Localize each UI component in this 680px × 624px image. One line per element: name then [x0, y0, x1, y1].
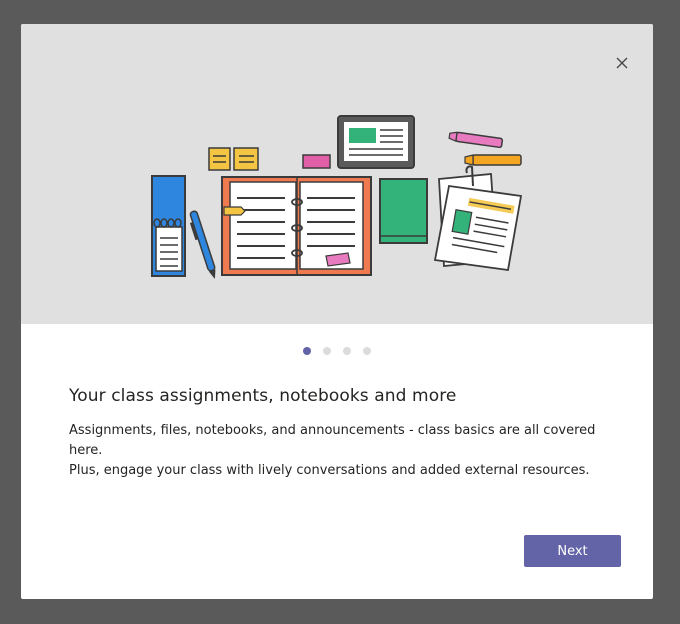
carousel-dot-4[interactable]	[363, 347, 371, 355]
close-button[interactable]	[611, 52, 633, 74]
description-line-1: Assignments, files, notebooks, and annou…	[69, 423, 596, 458]
carousel-indicator	[21, 347, 653, 355]
description-line-2: Plus, engage your class with lively conv…	[69, 463, 590, 478]
carousel-dot-3[interactable]	[343, 347, 351, 355]
dialog-description: Assignments, files, notebooks, and annou…	[69, 421, 629, 481]
hero-banner	[21, 24, 653, 324]
carousel-dot-1[interactable]	[303, 347, 311, 355]
welcome-dialog: Your class assignments, notebooks and mo…	[21, 24, 653, 599]
close-icon	[616, 57, 628, 69]
next-button[interactable]: Next	[524, 535, 621, 567]
class-supplies-illustration	[151, 115, 523, 280]
dialog-title: Your class assignments, notebooks and mo…	[69, 386, 457, 406]
carousel-dot-2[interactable]	[323, 347, 331, 355]
